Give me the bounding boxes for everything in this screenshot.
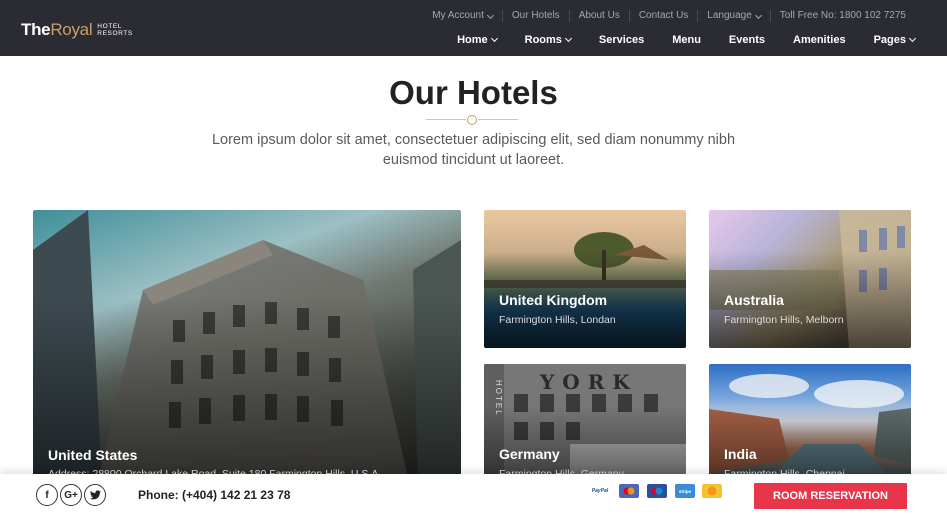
hotel-name: Australia <box>724 292 784 308</box>
mastercard-icon <box>619 484 639 498</box>
hotel-address: Farmington Hills, Londan <box>499 314 616 326</box>
hotel-card-australia[interactable]: Australia Farmington Hills, Melborn <box>709 210 911 348</box>
twitter-icon[interactable] <box>84 484 106 506</box>
main-nav: Home Rooms Services Menu Events Amenitie… <box>429 34 917 46</box>
nav-pages-label: Pages <box>873 34 906 46</box>
site-header: The Royal HOTEL RESORTS My Account Our H… <box>0 0 947 56</box>
top-bar: My Account Our Hotels About Us Contact U… <box>423 10 915 22</box>
bitcoin-coin <box>707 486 717 496</box>
paypal-icon: PayPal <box>590 484 610 498</box>
section-intro: Lorem ipsum dolor sit amet, consectetuer… <box>211 132 736 168</box>
logo-sub-resorts: RESORTS <box>97 30 133 37</box>
chevron-down-icon <box>490 34 498 43</box>
maestro-circles <box>651 487 663 495</box>
divider-line-left <box>426 119 466 120</box>
language-label: Language <box>707 10 752 21</box>
nav-menu[interactable]: Menu <box>672 34 701 46</box>
bitcoin-icon <box>702 484 722 498</box>
hotel-name: United States <box>48 447 138 463</box>
nav-services[interactable]: Services <box>599 34 644 46</box>
facebook-icon[interactable]: f <box>36 484 58 506</box>
chevron-down-icon <box>564 34 572 43</box>
nav-rooms[interactable]: Rooms <box>524 34 572 46</box>
top-link-my-account[interactable]: My Account <box>423 10 502 22</box>
nav-home-label: Home <box>457 34 488 46</box>
logo-royal: Royal <box>50 20 93 39</box>
title-divider <box>426 115 518 125</box>
hotel-address: Farmington Hills, Melborn <box>724 314 844 326</box>
phone-number: Phone: (+404) 142 21 23 78 <box>138 488 291 502</box>
logo-sub-hotel: HOTEL <box>97 23 122 30</box>
divider-line-right <box>478 119 518 120</box>
stripe-icon: stripe <box>675 484 695 498</box>
chevron-down-icon <box>908 34 917 43</box>
room-reservation-button[interactable]: ROOM RESERVATION <box>754 483 907 509</box>
nav-rooms-label: Rooms <box>524 34 562 46</box>
chevron-down-icon <box>486 11 494 20</box>
nav-pages[interactable]: Pages <box>873 34 917 46</box>
logo-the: The <box>21 20 51 39</box>
nav-events[interactable]: Events <box>729 34 765 46</box>
nav-home[interactable]: Home <box>457 34 498 46</box>
sticky-footer-bar: f G+ Phone: (+404) 142 21 23 78 PayPal s… <box>0 474 947 514</box>
my-account-label: My Account <box>432 10 484 21</box>
chevron-down-icon <box>754 11 762 20</box>
divider-circle-icon <box>467 115 477 125</box>
top-link-contact-us[interactable]: Contact Us <box>628 10 697 22</box>
hotel-name: Germany <box>499 446 560 462</box>
top-link-our-hotels[interactable]: Our Hotels <box>501 10 569 22</box>
logo[interactable]: The Royal HOTEL RESORTS <box>21 20 133 40</box>
hotel-name: India <box>724 446 757 462</box>
google-plus-icon[interactable]: G+ <box>60 484 82 506</box>
mastercard-circles <box>623 487 635 495</box>
top-link-about-us[interactable]: About Us <box>568 10 629 22</box>
maestro-icon <box>647 484 667 498</box>
hotel-name: United Kingdom <box>499 292 608 308</box>
top-link-language[interactable]: Language <box>697 10 770 22</box>
nav-amenities[interactable]: Amenities <box>793 34 846 46</box>
toll-free-number: Toll Free No: 1800 102 7275 <box>769 10 915 22</box>
building-sign-york: YORK <box>540 370 638 394</box>
hotel-card-united-kingdom[interactable]: United Kingdom Farmington Hills, Londan <box>484 210 686 348</box>
page-title: Our Hotels <box>389 74 558 111</box>
twitter-bird-glyph <box>89 490 101 500</box>
hotel-card-united-states[interactable]: United States Address: 28800 Orchard Lak… <box>33 210 461 500</box>
logo-subtitle: HOTEL RESORTS <box>97 23 133 37</box>
